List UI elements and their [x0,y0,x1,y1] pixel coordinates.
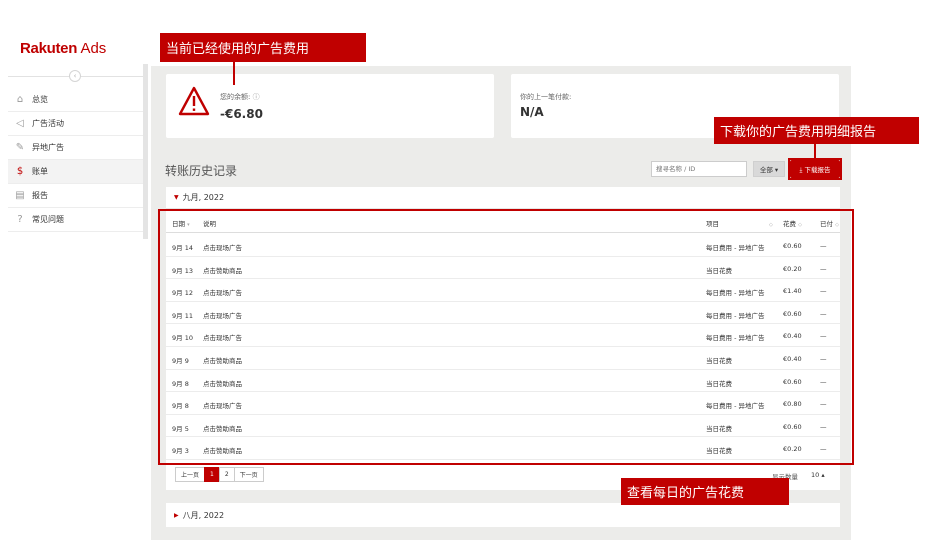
sidebar-item-offsite-ads[interactable]: ✎ 异地广告 [8,136,144,160]
callout-balance: 当前已经使用的广告费用 [160,33,366,62]
balance-label: 您的余额: [220,93,251,101]
last-payment-value: N/A [520,105,544,119]
pagination: 上一页 1 2 下一页 [175,467,264,482]
sidebar-item-label: 广告活动 [32,119,64,128]
sidebar-item-label: 常见问题 [32,215,64,224]
megaphone-icon: ◁ [16,118,24,129]
callout-daily-spend: 查看每日的广告花费 [621,478,789,505]
report-icon: ▤ [15,190,25,201]
sidebar-item-label: 总览 [32,95,48,104]
logo-brand: Rakuten [20,40,78,57]
rakuten-ads-logo[interactable]: Rakuten Ads [20,40,106,57]
warning-icon [178,86,210,116]
dollar-icon: $ [16,166,24,177]
last-payment-label: 你的上一笔付款: [520,93,572,101]
external-edit-icon: ✎ [15,142,25,153]
balance-card: 您的余额: ⓘ -€6.80 [166,74,494,138]
month-label: 九月, 2022 [182,193,225,202]
caret-right-icon: ▶ [174,511,179,519]
logo-product: Ads [80,40,107,57]
page-2-button[interactable]: 2 [218,467,235,482]
callout-download: 下载你的广告费用明细报告 [714,117,919,144]
home-icon: ⌂ [16,94,24,105]
month-label: 八月, 2022 [182,510,225,520]
page-1-button[interactable]: 1 [204,467,220,482]
next-page-button[interactable]: 下一页 [233,467,264,482]
transfer-history-title: 转账历史记录 [165,164,238,178]
sidebar-scrollbar[interactable] [143,64,148,239]
info-icon[interactable]: ⓘ [253,93,260,101]
sidebar-item-faq[interactable]: ? 常见问题 [8,208,144,232]
collapse-sidebar-button[interactable]: ‹ [69,70,81,82]
callout-leader-line [814,143,816,161]
callout-leader-line [233,61,235,85]
per-page-select[interactable]: 10 ▴ [811,471,825,479]
daily-spend-highlight [158,209,854,465]
sidebar-item-label: 异地广告 [32,143,64,152]
sidebar-item-overview[interactable]: ⌂ 总览 [8,88,144,112]
month-toggle[interactable]: ▼ 九月, 2022 [166,187,840,209]
sidebar-item-reports[interactable]: ▤ 报告 [8,184,144,208]
caret-down-icon: ▼ [174,194,179,201]
sidebar-item-label: 报告 [32,191,48,200]
sidebar-item-campaigns[interactable]: ◁ 广告活动 [8,112,144,136]
balance-value: -€6.80 [220,107,263,121]
sidebar-item-billing[interactable]: $ 账单 [8,160,144,184]
filter-dropdown[interactable]: 全部 ▾ [753,161,785,177]
month-panel-august[interactable]: ▶ 八月, 2022 [166,503,840,527]
sidebar: ‹ ⌂ 总览 ◁ 广告活动 ✎ 异地广告 $ 账单 ▤ 报告 ? 常见问题 [8,64,144,239]
chevron-left-icon: ‹ [73,72,77,80]
download-highlight [788,158,842,180]
sidebar-item-label: 账单 [32,167,48,176]
prev-page-button[interactable]: 上一页 [175,467,206,482]
search-input[interactable] [651,161,747,177]
question-icon: ? [17,214,23,225]
